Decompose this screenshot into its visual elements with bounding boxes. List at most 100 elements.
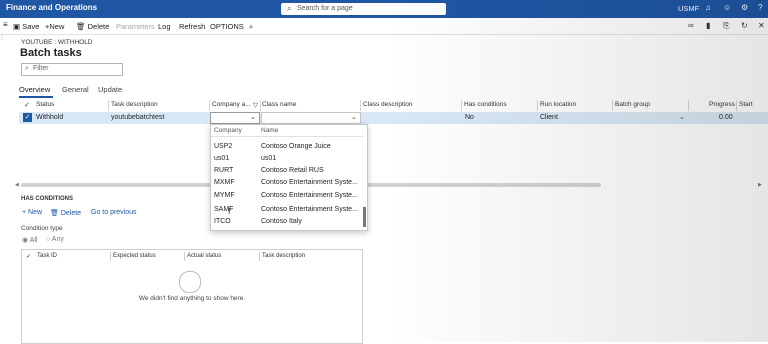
lookup-company: us01 xyxy=(214,155,230,162)
chevron-down-icon[interactable]: ⌄ xyxy=(250,113,256,121)
radio-any-label: Any xyxy=(51,236,64,243)
class-name-field[interactable]: ⌄ xyxy=(261,112,361,124)
condition-type-label: Condition type xyxy=(21,225,63,232)
lookup-name: us01 xyxy=(261,155,277,162)
cell-progress[interactable]: 0.00 xyxy=(719,114,733,121)
col-task-id[interactable]: Task ID xyxy=(37,253,57,259)
office-icon[interactable]: ▮ xyxy=(706,21,710,30)
cell-run-location[interactable]: Client xyxy=(540,114,558,121)
attach-icon[interactable]: ⎘ xyxy=(723,21,729,31)
select-all-check-icon[interactable]: ✓ xyxy=(24,101,30,109)
list-item[interactable]: RURT Contoso Retail RUS xyxy=(211,166,363,178)
tab-update[interactable]: Update xyxy=(98,85,122,94)
scroll-left-icon[interactable]: ◀ xyxy=(15,182,19,188)
col-divider xyxy=(209,100,210,111)
lookup-company: USP2 xyxy=(214,143,233,150)
cell-status[interactable]: Withhold xyxy=(36,114,63,121)
conditions-delete-button[interactable]: 🗑 Delete xyxy=(50,209,81,217)
trash-icon: 🗑 xyxy=(50,210,59,217)
col-divider xyxy=(688,100,689,111)
bell-icon[interactable]: ♫ xyxy=(705,3,711,12)
col-divider xyxy=(736,100,737,111)
trash-icon: 🗑 xyxy=(76,22,86,31)
list-item[interactable]: MYMF Contoso Entertainment Syste... xyxy=(211,191,363,203)
col-class-description[interactable]: Class description xyxy=(363,101,413,108)
lookup-col-name[interactable]: Name xyxy=(261,127,278,134)
company-combobox[interactable]: ⌄ xyxy=(210,112,260,124)
conditions-grid: ✓ Task ID Expected status Actual status … xyxy=(21,249,363,344)
help-icon[interactable]: ? xyxy=(758,3,762,12)
tab-overview[interactable]: Overview xyxy=(19,85,50,94)
col-expected-status[interactable]: Expected status xyxy=(113,253,156,259)
chevron-down-icon[interactable]: ⌄ xyxy=(679,113,685,121)
section-title: HAS CONDITIONS xyxy=(21,196,74,202)
list-item[interactable]: MXMF Contoso Entertainment Syste... xyxy=(211,178,363,190)
col-progress[interactable]: Progress xyxy=(709,101,735,108)
conditions-new-label: New xyxy=(28,209,43,216)
lookup-col-company[interactable]: Company xyxy=(214,127,242,134)
radio-any[interactable]: ○ Any xyxy=(46,236,64,243)
lookup-divider xyxy=(211,136,363,137)
list-item[interactable]: us01 us01 xyxy=(211,154,363,166)
go-to-previous-button[interactable]: Go to previous xyxy=(91,209,137,216)
filter-input[interactable]: ⌕ Filter xyxy=(21,63,123,76)
col-company[interactable]: Company a... xyxy=(212,101,251,108)
col-filter-icon[interactable]: ▽ xyxy=(253,101,258,109)
lookup-name: Contoso Entertainment Syste... xyxy=(261,206,358,213)
col-start[interactable]: Start xyxy=(739,101,753,108)
list-item[interactable]: SAMF Contoso Entertainment Syste... I xyxy=(211,205,363,217)
col-batch-group[interactable]: Batch group xyxy=(615,101,650,108)
col-status[interactable]: Status xyxy=(36,101,54,108)
search-box[interactable]: ⌕ Search for a page xyxy=(281,3,446,15)
options-button[interactable]: OPTIONS xyxy=(210,22,244,31)
filter-pane-icon[interactable]: ⫶ xyxy=(1,35,3,43)
cell-has-conditions[interactable]: No xyxy=(465,114,474,121)
radio-all[interactable]: ◉ All xyxy=(22,236,37,244)
search-actions-icon[interactable]: ⌕ xyxy=(249,22,253,32)
parameters-button[interactable]: Parameters xyxy=(116,22,155,31)
col-divider xyxy=(537,100,538,111)
smiley-icon[interactable]: ☺ xyxy=(723,3,731,12)
cell-task-description[interactable]: youtubebatchtest xyxy=(111,114,164,121)
col-run-location[interactable]: Run location xyxy=(540,101,576,108)
company-lookup-dropdown: Company Name USP2 Contoso Orange Juice u… xyxy=(210,124,368,231)
col-divider xyxy=(360,100,361,111)
list-item[interactable]: USP2 Contoso Orange Juice xyxy=(211,142,363,154)
list-item[interactable]: ITCO Contoso Italy xyxy=(211,217,363,229)
save-icon: ▣ xyxy=(13,22,21,31)
tab-general[interactable]: General xyxy=(62,85,89,94)
company-picker[interactable]: USMF xyxy=(678,4,699,13)
hamburger-icon[interactable]: ≡ xyxy=(3,20,8,29)
refresh-button[interactable]: Refresh xyxy=(179,22,205,31)
lookup-name: Contoso Entertainment Syste... xyxy=(261,179,358,186)
save-button[interactable]: ▣ Save xyxy=(13,22,39,31)
scroll-right-icon[interactable]: ▶ xyxy=(758,182,762,188)
col-divider xyxy=(461,100,462,111)
save-label: Save xyxy=(22,22,40,31)
empty-state-icon xyxy=(179,271,201,293)
filter-search-icon: ⌕ xyxy=(25,65,29,72)
select-all-check-icon[interactable]: ✓ xyxy=(26,253,31,260)
link-icon[interactable]: ∞ xyxy=(688,21,694,30)
col-task-description[interactable]: Task description xyxy=(111,101,158,108)
chevron-down-icon[interactable]: ⌄ xyxy=(351,113,357,121)
refresh-icon[interactable]: ↻ xyxy=(741,21,748,30)
lookup-scrollbar[interactable] xyxy=(363,207,366,227)
log-button[interactable]: Log xyxy=(158,22,171,31)
lookup-company: MYMF xyxy=(214,192,235,199)
row-check-icon[interactable]: ✓ xyxy=(23,113,32,122)
col-actual-status[interactable]: Actual status xyxy=(187,253,221,259)
search-placeholder: Search for a page xyxy=(297,5,353,12)
new-button[interactable]: +New xyxy=(45,22,64,31)
col-task-description[interactable]: Task description xyxy=(262,253,305,259)
col-divider xyxy=(110,252,111,261)
conditions-new-button[interactable]: + New xyxy=(22,209,42,216)
col-class-name[interactable]: Class name xyxy=(262,101,296,108)
close-icon[interactable]: ✕ xyxy=(758,21,765,30)
col-has-conditions[interactable]: Has conditions xyxy=(464,101,507,108)
col-divider xyxy=(260,100,261,111)
col-divider xyxy=(612,100,613,111)
delete-button[interactable]: 🗑 Delete xyxy=(76,22,109,31)
gear-icon[interactable]: ⚙ xyxy=(741,3,748,12)
lookup-company: SAMF xyxy=(214,206,234,213)
